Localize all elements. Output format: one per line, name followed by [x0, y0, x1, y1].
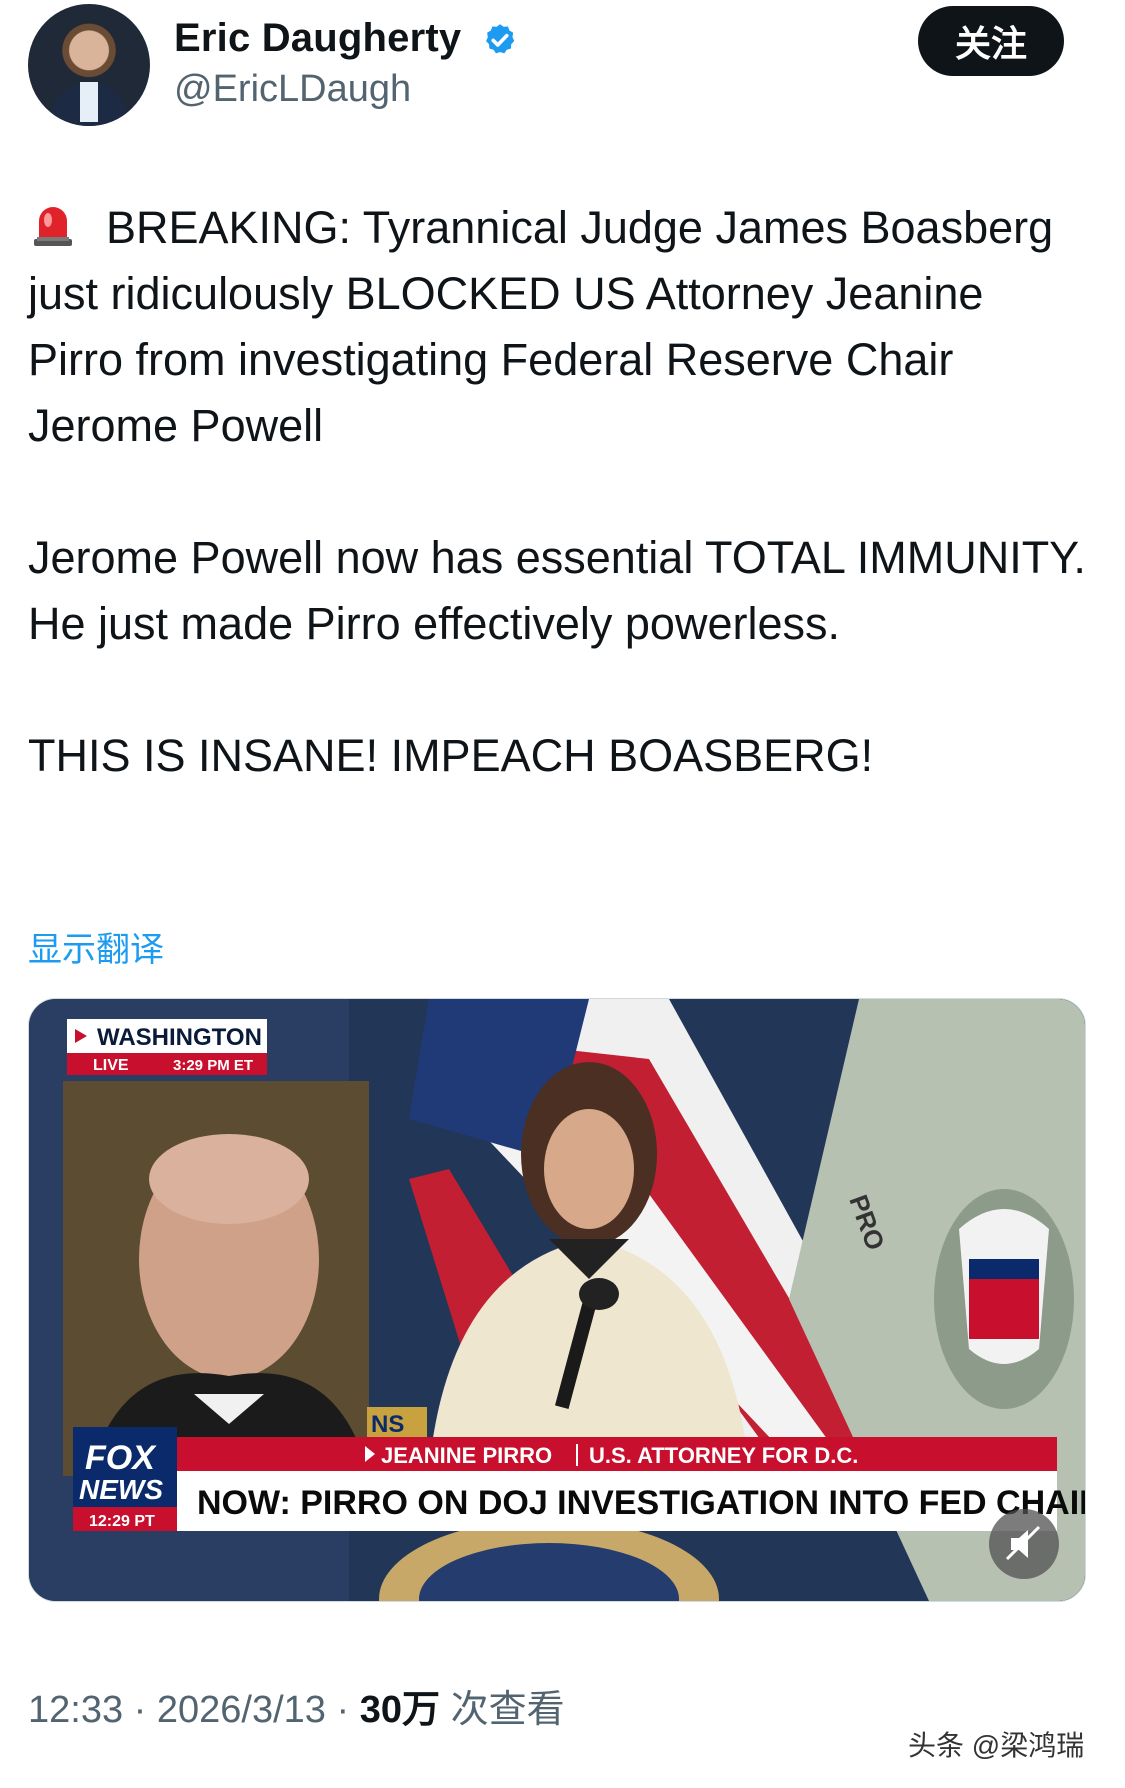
speaker-name: JEANINE PIRRO — [381, 1443, 552, 1468]
tweet-video[interactable]: PRO WASHINGTON LIVE 3:29 PM ET NS JEANIN… — [28, 998, 1086, 1602]
inset-photo — [63, 1081, 369, 1476]
tweet-paragraph-3: THIS IS INSANE! IMPEACH BOASBERG! — [28, 730, 874, 781]
live-label: LIVE — [93, 1057, 129, 1074]
views-label: 次查看 — [450, 1689, 565, 1731]
show-translation-link[interactable]: 显示翻译 — [28, 922, 164, 971]
network-time: 12:29 PT — [89, 1513, 155, 1530]
tweet-meta: 12:33 · 2026/3/13 · 30万 次查看 — [28, 1678, 565, 1733]
author-avatar[interactable] — [28, 4, 150, 126]
tweet-date[interactable]: 2026/3/13 — [157, 1689, 326, 1731]
avatar-shirt — [80, 82, 98, 122]
tweet-paragraph-1: BREAKING: Tyrannical Judge James Boasber… — [28, 202, 1066, 451]
tweet-time[interactable]: 12:33 — [28, 1689, 123, 1731]
tweet-header: Eric Daugherty @EricLDaugh 关注 — [0, 0, 1125, 150]
network-logo-bottom: NEWS — [79, 1474, 163, 1505]
network-logo-top: FOX — [85, 1439, 157, 1477]
tweet-paragraph-2: Jerome Powell now has essential TOTAL IM… — [28, 532, 1099, 649]
speaker-muted-icon — [1005, 1525, 1041, 1561]
meta-separator: · — [336, 1689, 350, 1731]
follow-button[interactable]: 关注 — [918, 6, 1064, 76]
rotating-light-siren-icon — [34, 207, 72, 246]
mute-button[interactable] — [989, 1509, 1059, 1579]
lower-third-tag: NS — [371, 1411, 404, 1438]
author-name[interactable]: Eric Daugherty — [174, 16, 461, 61]
live-time: 3:29 PM ET — [173, 1057, 253, 1074]
speaker-title: U.S. ATTORNEY FOR D.C. — [589, 1443, 858, 1468]
watermark: 头条 @梁鸿瑞 — [908, 1730, 1085, 1761]
author-handle[interactable]: @EricLDaugh — [174, 68, 411, 111]
meta-separator: · — [133, 1689, 147, 1731]
tweet-text: BREAKING: Tyrannical Judge James Boasber… — [28, 195, 1088, 789]
views-count: 30万 — [359, 1689, 440, 1731]
location-label: WASHINGTON — [97, 1024, 262, 1051]
location-bug: WASHINGTON LIVE 3:29 PM ET — [67, 1019, 267, 1075]
verified-badge-icon — [486, 24, 515, 54]
video-frame: PRO WASHINGTON LIVE 3:29 PM ET NS JEANIN… — [29, 999, 1085, 1601]
headline: NOW: PIRRO ON DOJ INVESTIGATION INTO FED… — [197, 1484, 1085, 1522]
